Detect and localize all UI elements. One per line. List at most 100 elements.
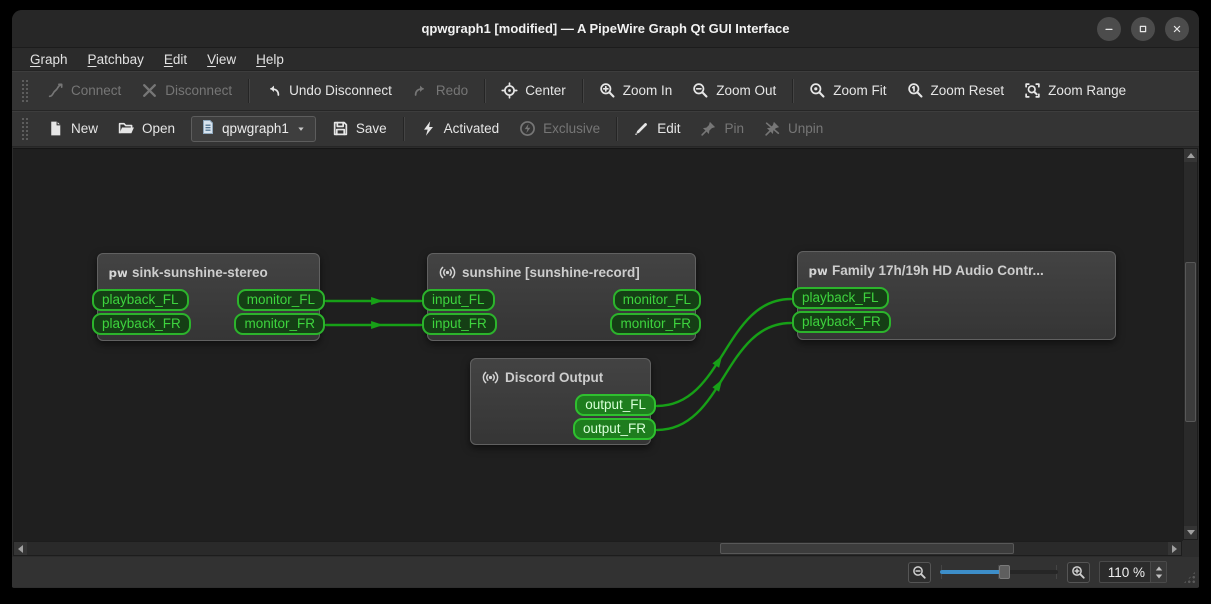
maximize-button[interactable] [1131,16,1155,41]
redo-button[interactable]: Redo [402,77,478,105]
zoom-in-button[interactable]: Zoom In [589,77,683,105]
exclusive-button[interactable]: Exclusive [509,115,610,143]
vertical-scrollbar-thumb[interactable] [1185,262,1196,422]
graph-canvas[interactable]: pw sink-sunshine-stereo playback_FL monitor… [13,148,1183,541]
node-family-hd-audio[interactable]: pw Family 17h/19h HD Audio Contr... playba… [792,251,1116,340]
undo-icon [265,82,282,99]
port-output_FL[interactable]: output_FL [575,394,656,416]
menu-help[interactable]: Help [246,50,294,69]
port-row: output_FR [471,417,656,441]
zoom-reset-button[interactable]: Zoom Reset [897,77,1015,105]
port-monitor_FL[interactable]: monitor_FL [236,289,325,311]
vertical-scrollbar[interactable] [1183,148,1198,540]
activated-button[interactable]: Activated [410,115,510,143]
status-zoom-in-button[interactable] [1066,561,1090,583]
minimize-button[interactable] [1097,16,1121,41]
zoom-fit-button[interactable]: Zoom Fit [799,77,896,105]
pipewire-icon: pw [108,264,127,281]
node-discord-output[interactable]: Discord Output output_FL output_FR [470,358,656,445]
zoom-value: 110 % [1107,564,1145,580]
patchbay-toolbar: New Open qpwgraph1 Save Activated Exclusive Ed… [12,111,1199,147]
disconnect-button[interactable]: Disconnect [131,77,242,105]
port-row: playback_FL monitor_FL [92,288,325,312]
port-input_FR[interactable]: input_FR [422,313,497,335]
menu-edit[interactable]: Edit [154,50,197,69]
port-row: playback_FR monitor_FR [92,312,325,336]
titlebar[interactable]: qpwgraph1 [modified] — A PipeWire Graph … [12,10,1199,48]
unpin-icon [764,120,781,137]
center-button[interactable]: Center [491,77,576,105]
menu-patchbay[interactable]: Patchbay [78,50,154,69]
node-sink-sunshine-stereo[interactable]: pw sink-sunshine-stereo playback_FLmonitor… [92,253,325,341]
node-sunshine[interactable]: sunshine [sunshine-record] input_FL monito… [422,253,701,341]
activated-icon [420,120,437,137]
undo-disconnect-button[interactable]: Undo Disconnect [255,77,402,105]
port-playback_FL[interactable]: playback_FL [92,289,189,311]
save-button[interactable]: Save [322,115,397,143]
node-header: pw sink-sunshine-stereo [98,254,319,288]
port-input_FL[interactable]: input_FL [422,289,495,311]
edit-button[interactable]: Edit [623,115,690,143]
spin-up-button[interactable] [1155,566,1162,570]
media-icon [438,264,457,281]
open-button[interactable]: Open [108,115,185,143]
toolbar-button-label: Zoom In [622,83,673,98]
port-row: input_FR monitor_FR [422,312,701,336]
exclusive-icon [519,120,536,137]
maximize-icon [1137,23,1149,35]
scroll-down-button[interactable] [1184,526,1197,539]
status-zoom-out-button[interactable] [907,561,931,583]
zoom-reset-icon [907,82,924,99]
port-playback_FR[interactable]: playback_FR [92,313,191,335]
toolbar-separator [484,78,486,103]
zoom-range-button[interactable]: Zoom Range [1014,77,1136,105]
port-row: input_FL monitor_FL [422,288,701,312]
port-playback_FL[interactable]: playback_FL [792,287,889,309]
toolbar-button-label: Open [142,121,176,136]
port-monitor_FR[interactable]: monitor_FR [610,313,701,335]
connect-button[interactable]: Connect [37,77,131,105]
new-button[interactable]: New [37,115,108,143]
horizontal-scrollbar-thumb[interactable] [720,543,1014,554]
toolbar-drag-handle[interactable] [20,115,29,142]
disconnect-icon [141,82,158,99]
toolbar-drag-handle[interactable] [20,77,29,104]
port-monitor_FL[interactable]: monitor_FL [612,289,701,311]
menubar: Graph Patchbay Edit View Help [12,48,1199,71]
menu-graph[interactable]: Graph [20,50,78,69]
zoom-out-button[interactable]: Zoom Out [682,77,786,105]
spinbox-buttons [1150,562,1166,582]
toolbar-button-label: New [71,121,99,136]
window-title: qpwgraph1 [modified] — A PipeWire Graph … [421,21,790,36]
zoom-slider-handle[interactable] [998,565,1010,579]
zoom-fit-icon [809,82,826,99]
toolbar-separator [616,116,618,141]
unpin-button[interactable]: Unpin [754,115,833,143]
open-icon [118,120,135,137]
port-output_FR[interactable]: output_FR [572,418,656,440]
horizontal-scrollbar[interactable] [13,541,1182,556]
toolbar-button-label: Exclusive [543,121,601,136]
menu-view[interactable]: View [197,50,246,69]
zoom-in-icon [599,82,616,99]
zoom-slider[interactable] [939,562,1058,582]
port-playback_FR[interactable]: playback_FR [792,311,891,333]
scroll-up-button[interactable] [1184,149,1197,162]
scroll-left-button[interactable] [14,542,27,555]
pin-button[interactable]: Pin [690,115,754,143]
zoom-spinbox[interactable]: 110 % [1098,561,1167,583]
spin-down-button[interactable] [1155,574,1162,578]
port-row: playback_FR [792,310,1115,334]
statusbar: 110 % [12,557,1199,587]
node-title: sunshine [sunshine-record] [462,264,640,280]
toolbar-button-label: Zoom Reset [930,83,1005,98]
close-button[interactable] [1165,16,1189,41]
toolbar-button-label: Connect [71,83,122,98]
port-monitor_FR[interactable]: monitor_FR [234,313,325,335]
toolbar-button-label: Pin [724,121,744,136]
toolbar-button-label: Unpin [787,121,824,136]
resize-grip[interactable] [1183,571,1196,584]
patchbay-select[interactable]: qpwgraph1 [191,115,316,142]
toolbar-button-label: Zoom Range [1048,83,1127,98]
scroll-right-button[interactable] [1168,542,1181,555]
